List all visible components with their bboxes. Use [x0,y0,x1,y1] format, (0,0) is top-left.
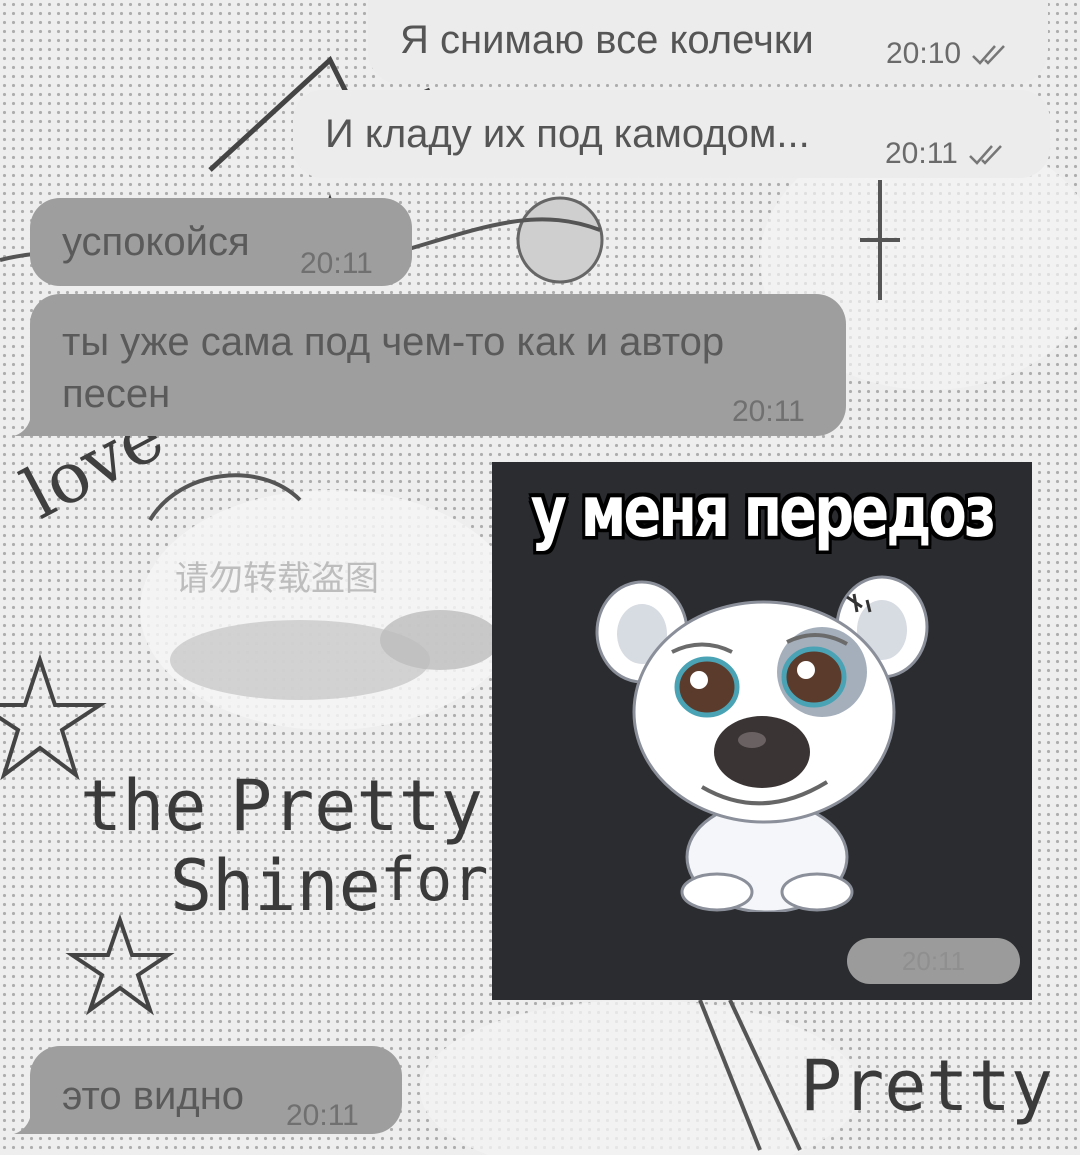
message-meta: 20:11 [732,388,805,436]
message-text: И кладу их под камодом... [325,112,810,156]
message-text-line: песен [62,372,171,416]
message-time: 20:10 [886,37,962,70]
message-time: 20:11 [286,1099,359,1132]
message-bubble-outgoing[interactable]: Я снимаю все колечки 20:10 [368,0,1048,84]
message-text: Я снимаю все колечки [400,18,814,62]
wallpaper-word: for [380,845,488,915]
message-meta: 20:10 [886,30,1011,78]
message-time: 20:11 [885,137,958,170]
star-doodle-icon [65,913,175,1016]
message-time: 20:11 [300,247,373,280]
wallpaper-word: Pretty [230,765,483,847]
read-double-check-icon [968,145,1002,165]
message-text: успокойся [62,220,250,264]
message-time: 20:11 [901,946,966,976]
message-meta: 20:11 [286,1092,359,1140]
wallpaper-word: Shine [170,845,381,927]
message-meta: 20:11 [885,130,1008,178]
wallpaper-word: Pretty St [800,1045,1080,1127]
wallpaper-blob [380,610,500,670]
sticker-message[interactable]: у меня передоз 20:11 [492,462,1032,1000]
message-meta: 20:11 [300,240,373,288]
bubble-tail [14,406,44,436]
wallpaper-disc [516,196,604,284]
sticker-time-pill: 20:11 [847,938,1020,984]
message-bubble-incoming[interactable]: ты уже сама под чем-то как и автор песен… [30,294,846,436]
message-time: 20:11 [732,395,805,428]
wallpaper-cloud [420,1000,860,1155]
star-doodle-icon [0,653,107,781]
message-bubble-incoming[interactable]: это видно 20:11 [30,1046,402,1134]
puppy-sticker-illustration [595,575,929,912]
message-text-line: ты уже сама под чем-то как и автор [62,320,725,364]
wallpaper-watermark: 请勿转载盗图 [175,559,379,599]
message-bubble-incoming[interactable]: успокойся 20:11 [30,198,412,286]
bubble-tail [14,1104,44,1134]
message-text: это видно [62,1074,245,1118]
message-bubble-outgoing[interactable]: И кладу их под камодом... 20:11 [293,90,1050,178]
sticker-caption: у меня передоз [530,472,997,554]
read-double-check-icon [972,45,1005,65]
wallpaper-word: the [80,765,206,847]
